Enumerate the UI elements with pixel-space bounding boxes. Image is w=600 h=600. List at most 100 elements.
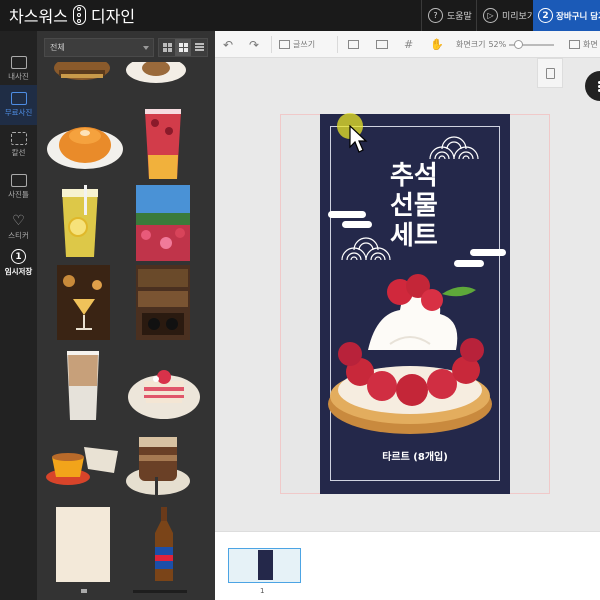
raspberry-tart-image xyxy=(328,274,492,434)
menu-dots-button[interactable] xyxy=(585,71,600,101)
undo-icon: ↶ xyxy=(223,37,234,52)
grid-toggle-button[interactable]: # xyxy=(404,37,413,52)
fit-screen-label: 화면 xyxy=(583,40,598,49)
cloud-shape xyxy=(328,211,366,218)
logo-text-brand: 차스워스 xyxy=(9,7,68,26)
view-list-button[interactable] xyxy=(191,39,207,56)
design-card[interactable]: 추석 선물 세트 타르트 (8개입) xyxy=(320,114,510,494)
photo-thumb-chocolate-parfait[interactable] xyxy=(125,427,191,502)
photo-thumb-tea-set[interactable] xyxy=(44,433,124,495)
title-line: 추석 xyxy=(390,161,438,191)
heart-icon: ♡ xyxy=(12,212,25,229)
rail-label: 스티커 xyxy=(8,230,29,240)
work-area: ↶ ↷ 글쓰기 # ✋ 화면크기 52% 화면 추석 선물 세트 타르트 (8개… xyxy=(215,31,600,600)
rail-item-frame[interactable]: 사진틀 xyxy=(0,167,37,207)
add-text-button[interactable]: 글쓰기 xyxy=(279,37,315,52)
add-text-label: 글쓰기 xyxy=(293,40,316,49)
photo-thumb-cocktail-bar[interactable] xyxy=(57,265,110,340)
wave-pattern-bottom xyxy=(341,237,391,261)
add-to-cart-button[interactable]: 2 장바구니 담기 xyxy=(533,0,600,31)
document-icon xyxy=(546,68,555,79)
help-button[interactable]: ? 도움말 xyxy=(421,0,472,31)
photo-thumb-record-shop[interactable] xyxy=(136,265,190,340)
redo-button[interactable]: ↷ xyxy=(249,37,259,52)
title-line: 선물 xyxy=(390,191,438,221)
card-caption[interactable]: 타르트 (8개입) xyxy=(320,448,510,463)
redo-icon: ↷ xyxy=(249,37,260,52)
page-thumbnail-preview xyxy=(258,550,273,580)
rail-item-cutline[interactable]: 칼선 xyxy=(0,125,37,165)
preview-button[interactable]: ▷ 미리보기 xyxy=(476,0,535,31)
fit-screen-icon xyxy=(569,40,580,49)
photos-icon xyxy=(10,92,27,105)
category-select[interactable]: 전체 xyxy=(44,38,154,57)
cutline-icon xyxy=(10,132,27,145)
photo-thumb-strawberry-cake[interactable] xyxy=(126,351,201,426)
undo-button[interactable]: ↶ xyxy=(223,37,233,52)
temp-save-count-badge: 1 xyxy=(11,249,26,264)
photo-thumb-dessert-plate[interactable] xyxy=(125,62,187,84)
rail-label: 사진틀 xyxy=(8,190,29,199)
page-filmstrip: 1 xyxy=(215,531,600,600)
rail-label: 내사진 xyxy=(8,72,29,81)
photo-thumb-flower-field[interactable] xyxy=(136,185,190,261)
toolbar-divider xyxy=(271,36,272,53)
photo-thumb-berry-iced-tea[interactable] xyxy=(141,105,185,185)
rail-label: 칼선 xyxy=(11,148,26,157)
layout-button[interactable] xyxy=(376,37,388,52)
cart-step-badge: 2 xyxy=(538,8,553,23)
text-box-icon xyxy=(279,40,290,49)
page-settings-button[interactable] xyxy=(537,58,563,88)
view-toggle xyxy=(158,38,208,57)
zoom-label: 화면크기 xyxy=(456,40,486,49)
play-icon: ▷ xyxy=(483,8,498,23)
design-editor-app: 차스워스 디자인 ? 도움말 ▷ 미리보기 2 장바구니 담기 내사진 무료사진… xyxy=(0,0,600,600)
rail-item-free-photos[interactable]: 무료사진 xyxy=(0,85,37,125)
logo-text-design: 디자인 xyxy=(90,7,136,26)
rail-item-my-photos[interactable]: 내사진 xyxy=(0,49,37,89)
editor-toolbar: ↶ ↷ 글쓰기 # ✋ 화면크기 52% 화면 xyxy=(215,31,600,58)
top-bar: 차스워스 디자인 ? 도움말 ▷ 미리보기 2 장바구니 담기 xyxy=(0,0,600,31)
grid-hash-icon: # xyxy=(404,38,414,51)
view-small-grid-button[interactable] xyxy=(175,39,191,56)
toolbar-divider xyxy=(337,36,338,53)
tool-rail: 내사진 무료사진 칼선 사진틀 ♡ 스티커 1 임시저장 xyxy=(0,31,37,600)
panel-header: 전체 xyxy=(37,31,215,62)
photo-thumb-iced-latte[interactable] xyxy=(64,348,102,423)
grid-small-icon xyxy=(178,43,188,52)
zoom-slider-handle[interactable] xyxy=(514,40,523,49)
photo-thumb-beer-bottle[interactable] xyxy=(151,507,177,583)
page-thumbnail[interactable] xyxy=(228,548,301,583)
pan-hand-button[interactable]: ✋ xyxy=(430,37,444,52)
photo-thumb-lemonade[interactable] xyxy=(58,185,102,260)
fit-screen-button[interactable]: 화면 xyxy=(569,37,598,52)
grid-large-icon xyxy=(162,43,172,52)
rail-label: 임시저장 xyxy=(4,267,33,276)
question-icon: ? xyxy=(428,8,443,23)
photo-thumb-blank-paper[interactable] xyxy=(56,507,110,582)
card-title[interactable]: 추석 선물 세트 xyxy=(390,161,438,251)
category-select-value: 전체 xyxy=(50,43,65,52)
align-icon xyxy=(348,40,359,49)
photo-thumb-orange-pudding[interactable] xyxy=(45,111,125,173)
cloud-shape xyxy=(470,249,506,256)
rail-label: 무료사진 xyxy=(4,108,33,117)
photo-panel: 전체 xyxy=(37,31,215,600)
chevron-down-icon xyxy=(143,46,149,50)
logo-mark-icon xyxy=(72,5,86,25)
cart-label: 장바구니 담기 xyxy=(556,11,600,22)
app-logo[interactable]: 차스워스 디자인 xyxy=(9,4,135,26)
zoom-label-group: 화면크기 52% xyxy=(456,37,506,52)
title-line: 세트 xyxy=(390,221,438,251)
view-large-grid-button[interactable] xyxy=(159,39,175,56)
rail-item-sticker[interactable]: ♡ 스티커 xyxy=(0,207,37,247)
cloud-shape xyxy=(342,221,372,228)
rail-item-temp-save[interactable]: 1 임시저장 xyxy=(0,243,37,283)
align-button[interactable] xyxy=(348,37,359,52)
camera-icon xyxy=(10,56,27,69)
cloud-shape xyxy=(454,260,484,267)
mouse-cursor-icon xyxy=(349,125,368,153)
wave-pattern-top xyxy=(429,136,479,160)
list-icon xyxy=(194,43,204,52)
photo-thumb-burger[interactable] xyxy=(51,62,113,81)
